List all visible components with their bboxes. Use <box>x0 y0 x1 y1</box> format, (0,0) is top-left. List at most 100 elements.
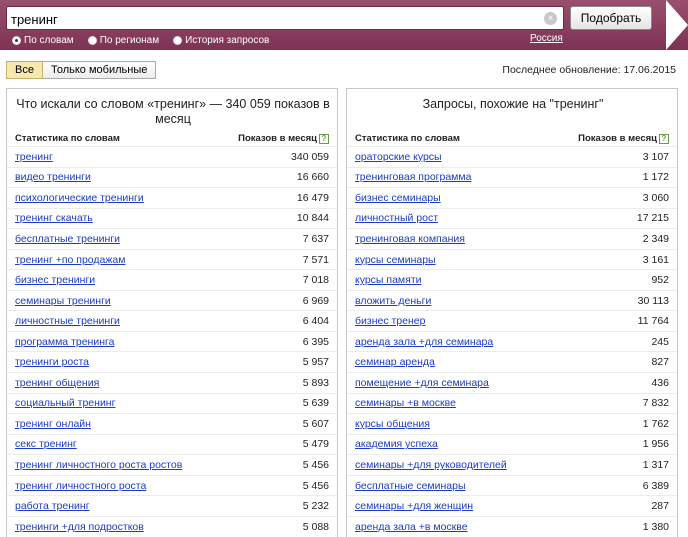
keyword-link[interactable]: тренинг общения <box>15 377 99 389</box>
search-header: × Подобрать По словам По регионам Истори… <box>0 0 688 50</box>
radio-icon[interactable] <box>173 35 183 45</box>
left-results-list: тренинг 340 059 видео тренинги 16 660 психол… <box>7 146 337 536</box>
keyword-link[interactable]: ораторские курсы <box>355 151 442 163</box>
keyword-link[interactable]: семинары +для руководителей <box>355 459 507 471</box>
table-row: бесплатные тренинги 7 637 <box>7 228 337 249</box>
help-icon[interactable]: ? <box>659 133 669 144</box>
impressions-count: 3 161 <box>642 253 669 266</box>
table-row: тренинг общения 5 893 <box>7 372 337 393</box>
keyword-link[interactable]: бесплатные семинары <box>355 480 466 492</box>
keyword-link[interactable]: академия успеха <box>355 438 438 450</box>
table-row: тренинги роста 5 957 <box>7 351 337 372</box>
clear-icon[interactable]: × <box>544 12 557 25</box>
mode-label: История запросов <box>185 34 270 46</box>
keyword-link[interactable]: тренинги +для подростков <box>15 521 144 533</box>
impressions-count: 952 <box>651 274 669 287</box>
mode-by-regions[interactable]: По регионам <box>87 34 160 46</box>
keyword-link[interactable]: семинары +в москве <box>355 397 456 409</box>
keyword-link[interactable]: тренинг <box>15 151 53 163</box>
keyword-link[interactable]: тренинг личностного роста <box>15 480 146 492</box>
mode-query-history[interactable]: История запросов <box>173 35 269 46</box>
help-icon[interactable]: ? <box>319 133 329 144</box>
panel-title: Запросы, похожие на "тренинг" <box>422 97 604 111</box>
table-row: секс тренинг 5 479 <box>7 433 337 455</box>
keyword-link[interactable]: семинар аренда <box>355 356 435 368</box>
impressions-count: 1 172 <box>642 171 669 184</box>
keyword-link[interactable]: семинары тренинги <box>15 295 111 307</box>
keyword-link[interactable]: семинары +для женщин <box>355 500 473 512</box>
search-box: × <box>6 6 564 30</box>
keyword-link[interactable]: программа тренинга <box>15 336 114 348</box>
column-header-count: Показов в месяц ? <box>578 133 669 144</box>
keyword-link[interactable]: бизнес семинары <box>355 192 441 204</box>
keyword-link[interactable]: курсы общения <box>355 418 430 430</box>
impressions-count: 5 607 <box>302 417 329 430</box>
keyword-link[interactable]: психологические тренинги <box>15 192 144 204</box>
impressions-count: 287 <box>651 500 669 513</box>
table-row: курсы памяти 952 <box>347 269 677 290</box>
table-row: курсы семинары 3 161 <box>347 248 677 270</box>
impressions-count: 17 215 <box>636 212 669 225</box>
keyword-link[interactable]: тренинг личностного роста ростов <box>15 459 182 471</box>
right-results-list: ораторские курсы 3 107 тренинговая програм… <box>347 146 677 536</box>
keyword-link[interactable]: работа тренинг <box>15 500 90 512</box>
table-row: тренинг скачать 10 844 <box>7 207 337 229</box>
impressions-count: 7 571 <box>302 253 329 266</box>
keyword-link[interactable]: личностные тренинги <box>15 315 120 327</box>
radio-checked-icon[interactable] <box>12 35 21 45</box>
column-header-count: Показов в месяц ? <box>238 133 329 144</box>
keyword-link[interactable]: бесплатные тренинги <box>15 233 120 245</box>
keyword-link[interactable]: вложить деньги <box>355 295 431 307</box>
impressions-count: 6 395 <box>302 335 329 348</box>
keyword-link[interactable]: секс тренинг <box>15 438 77 450</box>
submit-button[interactable]: Подобрать <box>570 6 652 30</box>
mode-by-words[interactable]: По словам <box>12 35 74 46</box>
table-row: тренинг +по продажам 7 571 <box>7 248 337 270</box>
keyword-link[interactable]: социальный тренинг <box>15 397 115 409</box>
impressions-count: 5 232 <box>302 500 329 513</box>
keyword-link[interactable]: бизнес тренер <box>355 315 425 327</box>
table-row: личностный рост 17 215 <box>347 207 677 229</box>
filter-all-button[interactable]: Все <box>6 61 43 79</box>
keyword-link[interactable]: аренда зала +для семинара <box>355 336 493 348</box>
keyword-link[interactable]: тренинговая программа <box>355 171 471 183</box>
table-row: тренинг онлайн 5 607 <box>7 413 337 434</box>
table-row: психологические тренинги 16 479 <box>7 187 337 208</box>
region-link[interactable]: Россия <box>530 33 563 44</box>
keyword-link[interactable]: помещение +для семинара <box>355 377 489 389</box>
table-row: ораторские курсы 3 107 <box>347 146 677 167</box>
keyword-link[interactable]: бизнес тренинги <box>15 274 95 286</box>
keyword-link[interactable]: тренинги роста <box>15 356 89 368</box>
keyword-link[interactable]: курсы семинары <box>355 254 436 266</box>
table-row: тренинговая программа 1 172 <box>347 166 677 188</box>
keyword-link[interactable]: аренда зала +в москве <box>355 521 468 533</box>
keyword-link[interactable]: личностный рост <box>355 212 438 224</box>
filter-mobile-button[interactable]: Только мобильные <box>42 61 157 79</box>
keyword-link[interactable]: тренинговая компания <box>355 233 465 245</box>
right-results-panel: Запросы, похожие на "тренинг" Статистика… <box>346 88 678 537</box>
mode-label: По регионам <box>99 34 160 46</box>
table-row: бизнес тренер 11 764 <box>347 310 677 331</box>
keyword-link[interactable]: курсы памяти <box>355 274 422 286</box>
search-input[interactable] <box>11 9 541 29</box>
table-row: тренинг 340 059 <box>7 146 337 167</box>
table-row: семинары +для женщин 287 <box>347 495 677 516</box>
impressions-count: 10 844 <box>296 212 329 225</box>
radio-icon[interactable] <box>87 35 97 45</box>
keyword-link[interactable]: тренинг скачать <box>15 212 93 224</box>
table-row: видео тренинги 16 660 <box>7 166 337 188</box>
table-row: курсы общения 1 762 <box>347 413 677 434</box>
keyword-link[interactable]: тренинг +по продажам <box>15 254 125 266</box>
table-row: помещение +для семинара 436 <box>347 372 677 393</box>
impressions-count: 30 113 <box>637 294 669 307</box>
impressions-count: 340 059 <box>291 150 329 163</box>
table-row: аренда зала +в москве 1 380 <box>347 515 677 537</box>
table-row: семинары тренинги 6 969 <box>7 289 337 311</box>
impressions-count: 6 389 <box>642 479 669 492</box>
impressions-count: 11 764 <box>637 315 669 328</box>
impressions-count: 16 479 <box>296 191 329 204</box>
keyword-link[interactable]: видео тренинги <box>15 171 91 183</box>
table-row: вложить деньги 30 113 <box>347 289 677 311</box>
impressions-count: 827 <box>651 356 669 369</box>
keyword-link[interactable]: тренинг онлайн <box>15 418 91 430</box>
